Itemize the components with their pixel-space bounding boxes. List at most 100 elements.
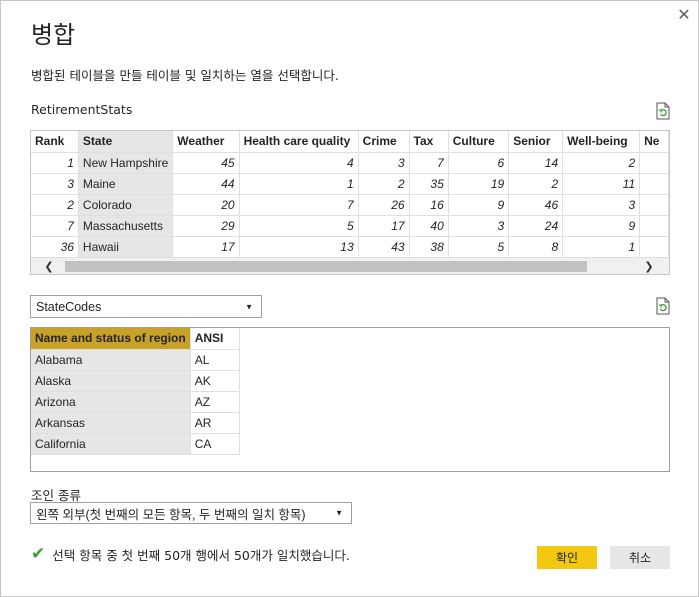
dialog-subtitle: 병합된 테이블을 만들 테이블 및 일치하는 열을 선택합니다. — [31, 68, 339, 83]
table-cell — [639, 173, 669, 195]
table-cell: New Hampshire — [78, 152, 174, 174]
table-row: 2 Colorado 20 7 26 16 9 46 3 — [31, 194, 669, 216]
table-cell: 38 — [409, 236, 449, 258]
table-row: Alaska AK — [31, 370, 240, 392]
table-cell: 1 — [239, 173, 359, 195]
chevron-down-icon: ▼ — [245, 302, 253, 311]
table-cell: 17 — [172, 236, 240, 258]
table-cell: 4 — [239, 152, 359, 174]
table-cell: AR — [190, 412, 240, 434]
table-cell: 3 — [562, 194, 641, 216]
table-cell: 14 — [508, 152, 564, 174]
scroll-right-icon[interactable]: ❯ — [639, 258, 659, 274]
join-kind-select-value: 왼쪽 외부(첫 번째의 모든 항목, 두 번째의 일치 항목) — [36, 507, 306, 522]
table-cell: 9 — [448, 194, 510, 216]
table-cell: California — [31, 433, 191, 455]
second-table-header-row: Name and status of region ANSI — [31, 328, 240, 350]
table-cell: 1 — [562, 236, 641, 258]
first-table-header-row: Rank State Weather Health care quality Crime… — [31, 131, 669, 153]
column-header[interactable]: Name and status of region — [31, 328, 191, 350]
column-header[interactable]: Well-being — [562, 131, 641, 153]
table-cell: 46 — [508, 194, 564, 216]
table-cell: Arizona — [31, 391, 191, 413]
second-table-preview[interactable]: Name and status of region ANSI Alabama AL A… — [30, 327, 670, 472]
table-cell: Alaska — [31, 370, 191, 392]
table-cell: 24 — [508, 215, 564, 237]
table-row: 1 New Hampshire 45 4 3 7 6 14 2 — [31, 152, 669, 174]
table-cell: 1 — [31, 152, 79, 174]
table-cell: 29 — [172, 215, 240, 237]
column-header[interactable]: Crime — [358, 131, 410, 153]
table-cell: 11 — [562, 173, 641, 195]
cancel-button[interactable]: 취소 — [610, 546, 670, 569]
table-cell: 7 — [239, 194, 359, 216]
join-kind-select[interactable]: 왼쪽 외부(첫 번째의 모든 항목, 두 번째의 일치 항목) ▼ — [30, 502, 352, 524]
first-table-preview[interactable]: Rank State Weather Health care quality Crime… — [30, 130, 670, 275]
table-cell: Arkansas — [31, 412, 191, 434]
refresh-preview-icon[interactable] — [655, 102, 671, 120]
table-row: 36 Hawaii 17 13 43 38 5 8 1 — [31, 236, 669, 258]
column-header[interactable]: Culture — [448, 131, 510, 153]
column-header[interactable]: ANSI — [190, 328, 240, 350]
table-cell: 35 — [409, 173, 449, 195]
table-cell: 13 — [239, 236, 359, 258]
column-header[interactable]: Weather — [172, 131, 240, 153]
table-cell: Alabama — [31, 349, 191, 371]
table-cell: Massachusetts — [78, 215, 174, 237]
table-cell: 2 — [508, 173, 564, 195]
table-row: Alabama AL — [31, 349, 240, 371]
table-row: Arizona AZ — [31, 391, 240, 413]
column-header[interactable]: State — [78, 131, 174, 153]
table-cell: 17 — [358, 215, 410, 237]
first-table-name: RetirementStats — [31, 102, 133, 117]
table-cell: 45 — [172, 152, 240, 174]
table-row: 3 Maine 44 1 2 35 19 2 11 — [31, 173, 669, 195]
table-cell: 7 — [409, 152, 449, 174]
refresh-preview-icon-2[interactable] — [655, 297, 671, 315]
table-cell: AK — [190, 370, 240, 392]
table-cell — [639, 236, 669, 258]
table-cell: 36 — [31, 236, 79, 258]
table-cell — [639, 194, 669, 216]
close-icon[interactable]: ✕ — [673, 3, 695, 25]
second-table-select[interactable]: StateCodes ▼ — [30, 295, 262, 318]
table-row: Arkansas AR — [31, 412, 240, 434]
table-cell: 5 — [239, 215, 359, 237]
scroll-thumb[interactable] — [65, 261, 587, 272]
table-cell: 5 — [448, 236, 510, 258]
table-cell: Maine — [78, 173, 174, 195]
chevron-down-icon: ▼ — [335, 508, 343, 518]
table-cell: 26 — [358, 194, 410, 216]
table-cell: Hawaii — [78, 236, 174, 258]
table-cell: 2 — [358, 173, 410, 195]
dialog-title: 병합 — [31, 21, 76, 49]
table-cell: 6 — [448, 152, 510, 174]
column-header[interactable]: Rank — [31, 131, 79, 153]
table-row: California CA — [31, 433, 240, 455]
table-cell: 44 — [172, 173, 240, 195]
table-cell: 40 — [409, 215, 449, 237]
checkmark-icon: ✔ — [31, 544, 46, 564]
table-cell: 43 — [358, 236, 410, 258]
column-header[interactable]: Ne — [639, 131, 669, 153]
table-cell — [639, 152, 669, 174]
ok-button[interactable]: 확인 — [537, 546, 597, 569]
match-status-text: 선택 항목 중 첫 번째 50개 행에서 50개가 일치했습니다. — [52, 547, 350, 563]
column-header[interactable]: Health care quality — [239, 131, 359, 153]
table-cell: AZ — [190, 391, 240, 413]
table-cell: 3 — [358, 152, 410, 174]
first-table-hscrollbar[interactable]: ❮ ❯ — [31, 257, 669, 274]
column-header[interactable]: Tax — [409, 131, 449, 153]
table-cell: AL — [190, 349, 240, 371]
column-header[interactable]: Senior — [508, 131, 564, 153]
table-cell: 7 — [31, 215, 79, 237]
table-cell: 20 — [172, 194, 240, 216]
table-cell: 2 — [562, 152, 641, 174]
table-cell — [639, 215, 669, 237]
table-cell: CA — [190, 433, 240, 455]
table-cell: 8 — [508, 236, 564, 258]
merge-dialog: ✕ 병합 병합된 테이블을 만들 테이블 및 일치하는 열을 선택합니다. Re… — [0, 0, 699, 597]
match-status: ✔ 선택 항목 중 첫 번째 50개 행에서 50개가 일치했습니다. — [31, 544, 350, 564]
table-cell: 3 — [31, 173, 79, 195]
scroll-left-icon[interactable]: ❮ — [39, 258, 59, 274]
